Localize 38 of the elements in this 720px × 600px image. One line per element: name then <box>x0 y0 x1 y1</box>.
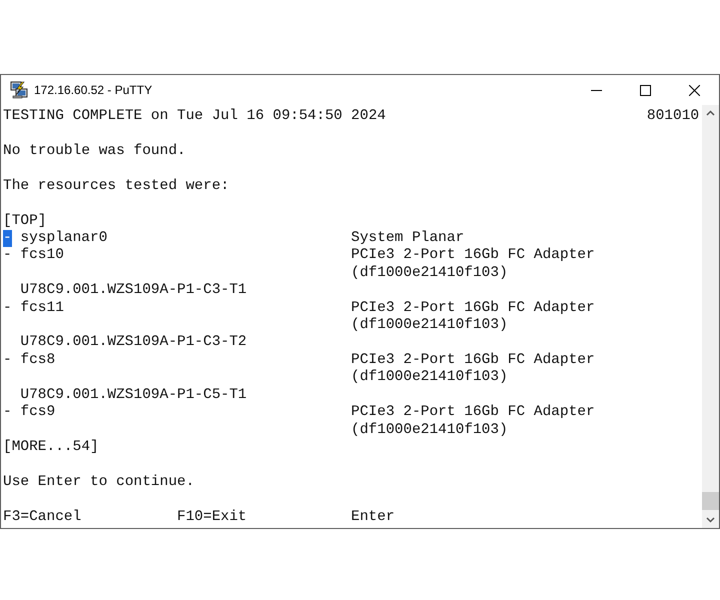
list-bullet: - <box>3 230 12 248</box>
resource-description: PCIe3 2-Port 16Gb FC Adapter <box>351 300 595 318</box>
message-text: The resources tested were: <box>3 178 230 194</box>
status-text: TESTING COMPLETE on Tue Jul 16 09:54:50 2024 <box>3 108 386 126</box>
maximize-icon <box>640 84 651 96</box>
list-bullet: - <box>3 300 12 318</box>
status-code: 801010 <box>646 108 700 126</box>
list-bullet: - <box>3 247 12 265</box>
scrollbar-thumb[interactable] <box>702 492 719 510</box>
location-code: U78C9.001.WZS109A-P1-C3-T2 <box>20 334 247 352</box>
window-title: 172.16.60.52 - PuTTY <box>34 83 152 97</box>
function-key-hint: F10=Exit <box>177 508 247 526</box>
resource-description: PCIe3 2-Port 16Gb FC Adapter <box>351 352 595 370</box>
scrollbar[interactable] <box>702 105 719 528</box>
device-id-text: (df1000e21410f103) <box>351 422 508 440</box>
resource-name: fcs9 <box>20 404 56 422</box>
list-bullet: - <box>3 352 12 370</box>
list-bullet: - <box>3 404 12 422</box>
top-marker: [TOP] <box>3 212 47 229</box>
device-id-text: (df1000e21410f103) <box>351 317 508 334</box>
resource-description: PCIe3 2-Port 16Gb FC Adapter <box>351 247 595 265</box>
resource-name: fcs10 <box>20 247 64 265</box>
prompt-text: Use Enter to continue. <box>3 474 194 490</box>
more-indicator: [MORE...54] <box>3 439 99 456</box>
message-text: No trouble was found. <box>3 142 186 159</box>
resource-name: sysplanar0 <box>20 230 108 248</box>
location-code: U78C9.001.WZS109A-P1-C3-T1 <box>20 282 247 300</box>
resource-name: fcs8 <box>20 352 56 370</box>
function-key-hint: Enter <box>351 508 395 526</box>
device-id-text: (df1000e21410f103) <box>351 264 508 282</box>
function-key-hint: F3=Cancel <box>3 508 82 526</box>
resource-description: PCIe3 2-Port 16Gb FC Adapter <box>351 404 595 422</box>
location-code: U78C9.001.WZS109A-P1-C5-T1 <box>20 386 247 404</box>
resource-description: System Planar <box>351 230 464 248</box>
computers-lightning-icon <box>10 81 28 99</box>
resource-name: fcs11 <box>20 300 64 318</box>
device-id-text: (df1000e21410f103) <box>351 369 508 387</box>
close-icon <box>689 84 700 96</box>
